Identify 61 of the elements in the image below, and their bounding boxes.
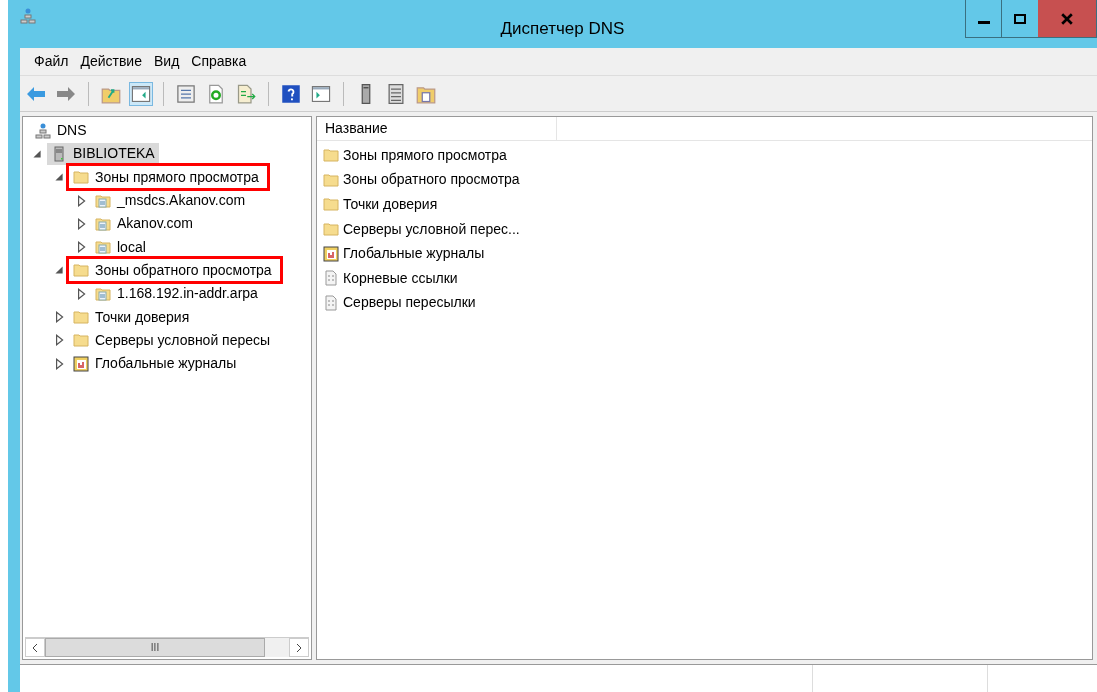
list-item[interactable]: Серверы пересылки	[317, 290, 1092, 316]
tree-item[interactable]: 1.168.192.in-addr.arpa	[91, 282, 262, 305]
list-item[interactable]: Точки доверия	[317, 192, 1092, 217]
scrollbar-thumb[interactable]: III	[45, 638, 265, 657]
tree-item[interactable]: DNS	[31, 120, 91, 142]
tree-item[interactable]: _msdcs.Akanov.com	[91, 189, 250, 212]
menu-item[interactable]: Справка	[185, 51, 253, 72]
server-icon	[51, 145, 67, 162]
folder-icon	[323, 171, 339, 188]
server-icon	[360, 83, 372, 104]
list-item[interactable]: Глобальные журналы	[317, 241, 1092, 266]
list-item[interactable]: Зоны прямого просмотра	[317, 143, 1092, 168]
folder-icon	[323, 147, 339, 164]
chevron-right-icon	[295, 642, 303, 653]
tree-item[interactable]: Зоны обратного просмотра	[69, 259, 280, 282]
zone-folder-icon	[95, 192, 111, 209]
close-button[interactable]	[1038, 0, 1096, 37]
collapsed-arrow-icon[interactable]	[53, 357, 65, 370]
window-title: Диспетчер DNS	[500, 18, 625, 40]
tree-item[interactable]: Глобальные журналы	[69, 352, 241, 375]
collapsed-arrow-icon[interactable]	[75, 217, 87, 230]
menu-item[interactable]: Вид	[147, 51, 186, 72]
expanded-arrow-icon[interactable]	[53, 171, 65, 184]
zone-folder-icon	[95, 215, 111, 232]
folder-icon	[73, 169, 89, 186]
tree-item[interactable]: local	[91, 236, 150, 259]
collapsed-arrow-icon[interactable]	[75, 241, 87, 254]
collapsed-arrow-icon[interactable]	[53, 311, 65, 323]
list-item[interactable]: Корневые ссылки	[317, 265, 1092, 291]
list-item[interactable]: Серверы условной перес...	[317, 216, 1092, 242]
tree-pane-button[interactable]	[129, 81, 153, 106]
binary-file-icon	[323, 270, 339, 287]
collapsed-arrow-icon[interactable]	[75, 194, 87, 207]
collapsed-arrow-icon[interactable]	[75, 287, 87, 300]
chevron-left-icon	[31, 642, 39, 653]
tree-item[interactable]: BIBLIOTEKA	[47, 142, 159, 165]
folder-icon	[323, 196, 339, 213]
menu-item[interactable]: Действие	[74, 51, 148, 72]
zone-folder-icon	[95, 285, 111, 302]
network-icon	[35, 122, 51, 139]
folder-icon	[323, 221, 339, 238]
tree-item[interactable]: Akanov.com	[91, 212, 197, 235]
folder-icon	[73, 332, 89, 349]
log-icon	[323, 245, 339, 262]
tree-item[interactable]: Серверы условной пересы	[69, 329, 275, 352]
list-item[interactable]: Зоны обратного просмотра	[317, 167, 1092, 193]
collapsed-arrow-icon[interactable]	[53, 334, 65, 347]
folder-icon	[73, 309, 89, 325]
column-header[interactable]: Название	[317, 117, 557, 140]
expanded-arrow-icon[interactable]	[31, 147, 43, 160]
folder-icon	[73, 262, 89, 279]
tree-item[interactable]: Зоны прямого просмотра	[69, 166, 267, 189]
network-icon	[20, 8, 36, 24]
menu-item[interactable]: Файл	[28, 51, 75, 72]
log-icon	[73, 355, 89, 372]
close-icon	[1061, 12, 1073, 25]
zone-folder-icon	[95, 239, 111, 256]
horizontal-scrollbar[interactable]: III	[25, 637, 309, 657]
tree-item[interactable]: Точки доверия	[69, 306, 194, 328]
expanded-arrow-icon[interactable]	[53, 264, 65, 277]
binary-file-icon	[323, 294, 339, 311]
